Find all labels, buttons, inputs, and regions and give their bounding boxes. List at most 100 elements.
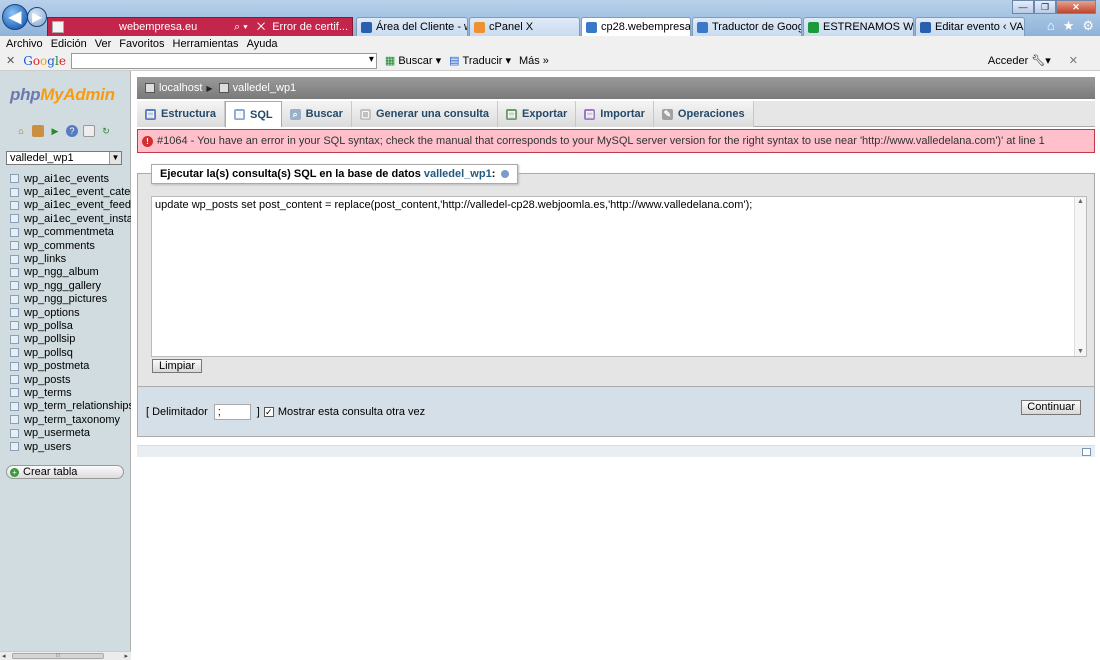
table-name[interactable]: wp_posts: [24, 374, 70, 386]
database-select[interactable]: valledel_wp1 ▼: [6, 151, 122, 165]
sidebar-table-item[interactable]: wp_links: [10, 252, 131, 265]
sidebar-table-item[interactable]: wp_posts: [10, 373, 131, 386]
table-icon[interactable]: [10, 442, 19, 451]
sidebar-table-item[interactable]: wp_ai1ec_event_instances: [10, 212, 131, 225]
forward-button[interactable]: ▶: [27, 7, 47, 27]
table-icon[interactable]: [10, 281, 19, 291]
table-icon[interactable]: [10, 294, 19, 304]
chevron-down-icon[interactable]: ▼: [109, 152, 121, 164]
browser-tab[interactable]: Área del Cliente - webem...: [356, 17, 468, 36]
table-icon[interactable]: [10, 428, 19, 438]
continue-button[interactable]: Continuar: [1021, 400, 1081, 415]
table-icon[interactable]: [10, 415, 19, 425]
sidebar-table-item[interactable]: wp_pollsq: [10, 346, 131, 359]
google-search-button[interactable]: ▦ Buscar ▾: [385, 54, 441, 68]
sql-docs-icon[interactable]: [83, 125, 95, 137]
table-icon[interactable]: [10, 227, 19, 237]
show-query-checkbox[interactable]: ✓: [263, 406, 274, 417]
sidebar-table-item[interactable]: wp_ngg_pictures: [10, 293, 131, 306]
create-table-button[interactable]: + Crear tabla: [6, 465, 124, 479]
browser-tab[interactable]: cp28.webempresa.eu ...✕: [581, 17, 691, 36]
menu-item-edicion[interactable]: Edición: [51, 38, 87, 50]
print-view-icon[interactable]: [1082, 448, 1091, 456]
tab-generar-una-consulta[interactable]: ▢ Generar una consulta: [351, 101, 499, 127]
table-name[interactable]: wp_pollsq: [24, 347, 73, 359]
table-name[interactable]: wp_term_taxonomy: [24, 414, 120, 426]
textarea-scrollbar[interactable]: ▲ ▼: [1074, 197, 1086, 356]
table-name[interactable]: wp_ai1ec_event_category_colors: [24, 186, 131, 198]
table-name[interactable]: wp_commentmeta: [24, 226, 114, 238]
sql-query-textarea[interactable]: update wp_posts set post_content = repla…: [151, 196, 1087, 357]
show-query-label[interactable]: Mostrar esta consulta otra vez: [278, 406, 425, 418]
tab-importar[interactable]: ▤ Importar: [576, 101, 654, 127]
menu-item-herramientas[interactable]: Herramientas: [173, 38, 239, 50]
table-icon[interactable]: [10, 200, 19, 210]
table-name[interactable]: wp_users: [24, 441, 71, 453]
translate-button[interactable]: ▤ Traducir ▾: [449, 54, 511, 68]
left-horizontal-scrollbar[interactable]: ◂ ⁞⁞⁞ ▸: [0, 651, 131, 660]
scroll-right-icon[interactable]: ▸: [124, 652, 128, 660]
tools-gear-icon[interactable]: ⚙: [1082, 18, 1094, 34]
scroll-down-icon[interactable]: ▼: [1075, 348, 1086, 355]
sign-in-button[interactable]: Acceder 🔧︎▾: [988, 54, 1051, 68]
sidebar-table-item[interactable]: wp_terms: [10, 386, 131, 399]
table-icon[interactable]: [10, 214, 19, 224]
maximize-button[interactable]: ❐: [1034, 0, 1056, 14]
menu-item-ver[interactable]: Ver: [95, 38, 112, 50]
table-name[interactable]: wp_ngg_pictures: [24, 293, 107, 305]
table-name[interactable]: wp_postmeta: [24, 360, 89, 372]
scroll-up-icon[interactable]: ▲: [1075, 198, 1086, 205]
tab-exportar[interactable]: ▤ Exportar: [498, 101, 577, 127]
tab-buscar[interactable]: ⌕ Buscar: [281, 101, 352, 127]
table-name[interactable]: wp_ai1ec_events: [24, 173, 109, 185]
sidebar-table-item[interactable]: wp_pollsip: [10, 333, 131, 346]
menu-item-archivo[interactable]: Archivo: [6, 38, 43, 50]
browser-tab[interactable]: Editar evento ‹ VALLE de ...: [915, 17, 1025, 36]
browser-tab[interactable]: Traductor de Google#: [692, 17, 802, 36]
tab-sql[interactable]: ▦ SQL: [225, 101, 282, 127]
close-window-button[interactable]: ✕: [1056, 0, 1096, 14]
logout-icon[interactable]: [32, 125, 44, 137]
google-search-input[interactable]: [70, 52, 377, 69]
sidebar-table-item[interactable]: wp_options: [10, 306, 131, 319]
more-button[interactable]: Más»: [519, 55, 549, 67]
table-icon[interactable]: [10, 348, 19, 358]
sidebar-table-item[interactable]: wp_users: [10, 440, 131, 453]
delimiter-input[interactable]: ;: [213, 403, 251, 420]
close-toolbar-icon[interactable]: ✕: [1069, 54, 1078, 67]
breadcrumb-server[interactable]: localhost: [159, 82, 202, 94]
browser-tab[interactable]: ESTRENAMOS WEB : VAL...: [803, 17, 914, 36]
back-button[interactable]: ◀: [2, 4, 28, 30]
table-name[interactable]: wp_usermeta: [24, 427, 90, 439]
scroll-left-icon[interactable]: ◂: [2, 652, 6, 660]
table-name[interactable]: wp_ngg_gallery: [24, 280, 101, 292]
table-name[interactable]: wp_ai1ec_event_feeds: [24, 199, 131, 211]
help-icon[interactable]: [501, 170, 510, 178]
table-icon[interactable]: [10, 375, 19, 385]
query-window-icon[interactable]: ▶: [49, 125, 61, 137]
address-tools-icon[interactable]: ⌕▾ ✕: [234, 21, 268, 34]
sidebar-table-item[interactable]: wp_postmeta: [10, 359, 131, 372]
browser-tab[interactable]: cPanel X: [469, 17, 580, 36]
sidebar-table-item[interactable]: wp_commentmeta: [10, 226, 131, 239]
favorites-star-icon[interactable]: ★: [1063, 18, 1075, 34]
table-icon[interactable]: [10, 267, 19, 277]
sidebar-table-item[interactable]: wp_comments: [10, 239, 131, 252]
sidebar-table-item[interactable]: wp_term_taxonomy: [10, 413, 131, 426]
sidebar-table-item[interactable]: wp_ngg_album: [10, 266, 131, 279]
minimize-button[interactable]: —: [1012, 0, 1034, 14]
sidebar-table-item[interactable]: wp_pollsa: [10, 319, 131, 332]
table-icon[interactable]: [10, 321, 19, 331]
address-url[interactable]: webempresa.eu: [119, 21, 234, 33]
docs-icon[interactable]: ?: [66, 125, 78, 137]
table-icon[interactable]: [10, 187, 19, 197]
table-icon[interactable]: [10, 401, 19, 411]
table-name[interactable]: wp_pollsip: [24, 333, 75, 345]
tab-operaciones[interactable]: ✎ Operaciones: [653, 101, 754, 127]
table-name[interactable]: wp_comments: [24, 240, 95, 252]
menu-item-ayuda[interactable]: Ayuda: [247, 38, 278, 50]
table-icon[interactable]: [10, 254, 19, 264]
certificate-error[interactable]: Error de certif...: [272, 21, 348, 33]
table-icon[interactable]: [10, 241, 19, 251]
table-name[interactable]: wp_terms: [24, 387, 72, 399]
